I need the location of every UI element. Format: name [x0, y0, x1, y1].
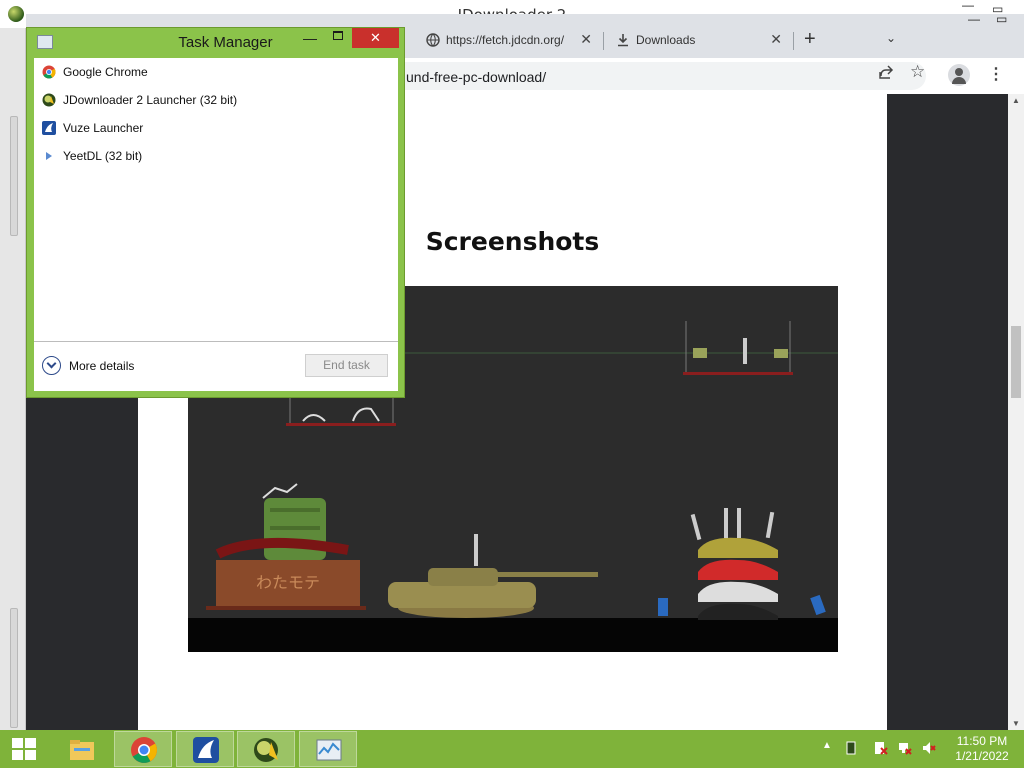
- tab-downloads[interactable]: Downloads ✕: [606, 24, 792, 56]
- tab-label: https://fetch.jdcdn.org/: [446, 33, 565, 47]
- action-center-icon[interactable]: [874, 741, 888, 755]
- tab-fetch-jdcdn[interactable]: https://fetch.jdcdn.org/ ✕: [416, 24, 602, 56]
- close-tab-icon[interactable]: ✕: [580, 31, 592, 48]
- volume-muted-icon[interactable]: [922, 741, 936, 755]
- process-item[interactable]: JDownloader 2 Launcher (32 bit): [34, 86, 398, 114]
- tab-separator: [603, 32, 604, 50]
- more-details-link[interactable]: More details: [69, 359, 134, 373]
- end-task-button[interactable]: End task: [305, 354, 388, 377]
- task-manager-titlebar[interactable]: Task Manager — ✕: [27, 28, 404, 56]
- chrome-icon: [131, 737, 157, 763]
- vuze-icon: [193, 737, 219, 763]
- jdownloader-side-tab[interactable]: [10, 608, 18, 728]
- taskbar-task-manager[interactable]: [299, 731, 357, 767]
- scroll-down-icon[interactable]: ▼: [1012, 719, 1020, 728]
- task-manager-title: Task Manager: [178, 34, 273, 51]
- taskbar-file-explorer[interactable]: [53, 731, 111, 767]
- task-manager-window: Task Manager — ✕ Google Chrome JDownload…: [26, 27, 405, 398]
- windows-logo-pane: [12, 738, 23, 748]
- svg-text:わたモテ: わたモテ: [256, 573, 320, 592]
- process-name: Google Chrome: [63, 65, 148, 79]
- tab-separator: [793, 32, 794, 50]
- taskbar-jdownloader[interactable]: [237, 731, 295, 767]
- clock-date: 1/21/2022: [955, 749, 1009, 763]
- jdownloader-side-tab[interactable]: [10, 116, 18, 236]
- jdownloader-icon: [254, 738, 278, 762]
- windows-logo-pane: [12, 750, 23, 760]
- minimize-icon[interactable]: —: [303, 30, 317, 46]
- process-item[interactable]: Vuze Launcher: [34, 114, 398, 142]
- maximize-icon[interactable]: ▭: [996, 12, 1007, 26]
- process-name: YeetDL (32 bit): [63, 149, 143, 163]
- scroll-up-icon[interactable]: ▲: [1012, 96, 1020, 105]
- jdownloader-sidebar: [0, 28, 26, 730]
- chevron-down-icon[interactable]: ⌄: [886, 31, 896, 45]
- task-manager-footer: More details End task: [34, 341, 398, 391]
- network-icon[interactable]: [898, 741, 912, 755]
- clock-time: 11:50 PM: [956, 734, 1008, 748]
- process-item[interactable]: Google Chrome: [34, 58, 398, 86]
- taskbar-vuze[interactable]: [176, 731, 234, 767]
- bookmark-star-icon[interactable]: ☆: [910, 62, 925, 82]
- minimize-icon[interactable]: —: [968, 12, 980, 26]
- taskbar: ▲ 11:50 PM 1/21/2022: [0, 730, 1024, 768]
- globe-icon: [426, 33, 440, 47]
- download-icon: [618, 34, 628, 47]
- vuze-icon: [42, 121, 56, 135]
- chrome-window-controls: — ▭: [944, 12, 1024, 34]
- chevron-down-icon[interactable]: [42, 356, 61, 375]
- taskbar-clock[interactable]: 11:50 PM 1/21/2022: [952, 734, 1012, 764]
- process-name: JDownloader 2 Launcher (32 bit): [63, 93, 238, 107]
- chrome-icon: [42, 65, 56, 79]
- jdownloader-icon: [42, 93, 56, 107]
- process-name: Vuze Launcher: [63, 121, 144, 135]
- process-list: Google Chrome JDownloader 2 Launcher (32…: [34, 58, 398, 391]
- system-tray: ▲: [820, 730, 950, 768]
- start-button[interactable]: [0, 730, 50, 768]
- new-tab-icon[interactable]: +: [804, 28, 816, 51]
- minimize-icon[interactable]: —: [962, 0, 974, 12]
- file-explorer-icon: [70, 740, 94, 760]
- profile-icon[interactable]: [948, 64, 970, 86]
- scroll-thumb[interactable]: [1011, 326, 1021, 398]
- taskbar-chrome[interactable]: [114, 731, 172, 767]
- url-text: und-free-pc-download/: [406, 69, 547, 85]
- process-item[interactable]: YeetDL (32 bit): [34, 142, 398, 170]
- page-scrollbar[interactable]: ▲ ▼: [1008, 94, 1024, 730]
- close-button[interactable]: ✕: [352, 28, 399, 48]
- windows-logo-pane: [25, 738, 36, 748]
- windows-logo-pane: [25, 750, 36, 760]
- maximize-icon[interactable]: [333, 31, 343, 40]
- close-tab-icon[interactable]: ✕: [770, 31, 782, 48]
- task-manager-icon: [316, 739, 342, 761]
- menu-kebab-icon[interactable]: ⋮: [988, 64, 1004, 84]
- show-hidden-icons-icon[interactable]: ▲: [822, 740, 836, 754]
- tab-label: Downloads: [636, 33, 696, 47]
- yeetdl-icon: [46, 152, 52, 160]
- share-icon[interactable]: [878, 64, 894, 80]
- device-tray-icon[interactable]: [844, 741, 858, 755]
